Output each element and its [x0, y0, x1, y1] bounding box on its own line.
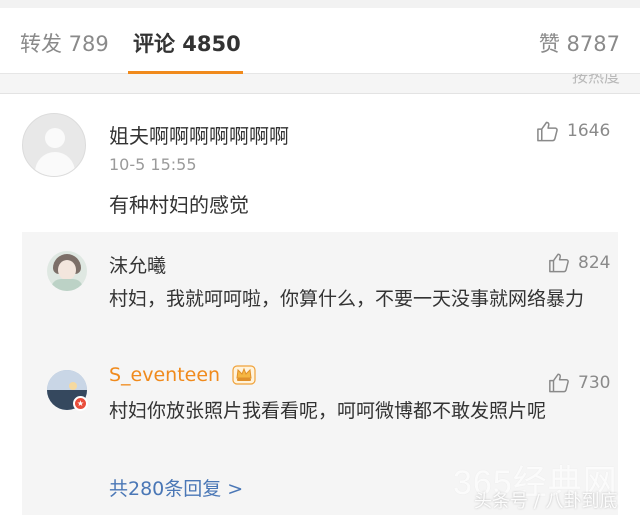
comment-username[interactable]: 姐夫啊啊啊啊啊啊啊: [109, 120, 289, 149]
avatar[interactable]: [47, 251, 87, 291]
crown-icon: [232, 365, 256, 385]
avatar[interactable]: [22, 113, 86, 177]
source-watermark: 头条号 / 八卦到底: [474, 491, 618, 512]
thumbs-up-icon: [549, 253, 569, 273]
reply-text: 村妇你放张照片我看看呢，呵呵微博都不敢发照片呢: [109, 400, 547, 422]
reply-like-button[interactable]: 824: [548, 252, 610, 273]
avatar-sun: [69, 382, 77, 390]
tab-like[interactable]: 赞 8787: [539, 28, 620, 58]
reply-like-button[interactable]: 730: [548, 372, 610, 393]
thumbs-up-icon: [537, 121, 558, 142]
reply-text: 村妇，我就呵呵啦，你算什么，不要一天没事就网络暴力: [109, 288, 585, 310]
divider: [0, 93, 640, 94]
comment-like-button[interactable]: 1646: [536, 120, 610, 142]
avatar-shirt: [51, 279, 83, 291]
avatar-sky: [47, 370, 87, 390]
more-replies-link[interactable]: 共280条回复 >: [109, 474, 243, 501]
reply-username[interactable]: 沫允曦: [109, 251, 166, 278]
comment-timestamp: 10-5 15:55: [109, 155, 197, 174]
reply-like-count: 730: [578, 372, 611, 393]
comment-like-count: 1646: [567, 121, 611, 141]
tab-repost[interactable]: 转发 789: [20, 28, 109, 58]
tab-comment[interactable]: 评论 4850: [133, 28, 241, 58]
verified-badge-icon: ★: [73, 396, 88, 411]
comment-tabs: 转发 789 评论 4850 赞 8787: [0, 8, 640, 74]
top-band: [0, 0, 640, 8]
default-avatar-body: [35, 152, 75, 176]
reply-like-count: 824: [578, 252, 611, 273]
reply-username[interactable]: S_eventeen: [109, 364, 220, 386]
section-gap: 按热度: [0, 74, 640, 94]
avatar-face: [58, 260, 76, 280]
default-avatar-head: [45, 128, 65, 148]
comment-text: 有种村妇的感觉: [109, 193, 249, 217]
sort-label-peek: 按热度: [571, 74, 620, 86]
thumbs-up-icon: [549, 373, 569, 393]
